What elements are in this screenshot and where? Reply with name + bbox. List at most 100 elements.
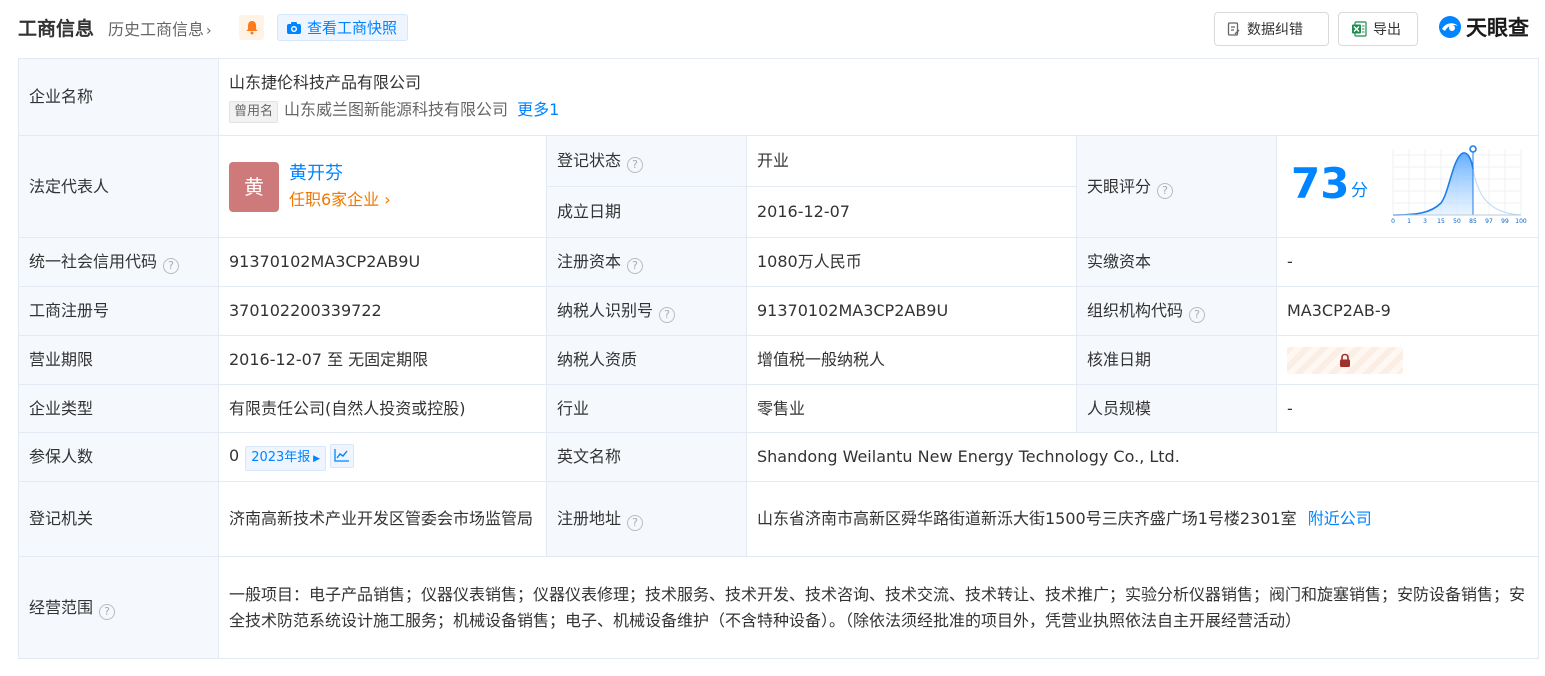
- help-icon[interactable]: ?: [627, 258, 644, 274]
- score-label-cell: 天眼评分?: [1076, 135, 1277, 238]
- table-row: 参保人数 0 2023年报 ▶ 英文名称 Shandong Weilantu Ne…: [18, 432, 1540, 482]
- trend-chart-button[interactable]: [330, 444, 355, 468]
- help-icon[interactable]: ?: [1189, 307, 1206, 323]
- table-row: 企业类型 有限责任公司(自然人投资或控股) 行业 零售业 人员规模 -: [18, 384, 1540, 433]
- legal-rep-name-link[interactable]: 黄开芬: [289, 161, 391, 187]
- credit-code-label-cell: 统一社会信用代码?: [18, 237, 219, 287]
- help-icon[interactable]: ?: [627, 515, 644, 531]
- locked-value[interactable]: [1287, 346, 1403, 374]
- taxpayer-id-value: 91370102MA3CP2AB9U: [746, 286, 1077, 336]
- history-info-label: 历史工商信息: [108, 20, 205, 39]
- reg-address-label-cell: 注册地址?: [546, 481, 747, 557]
- legal-rep-companies-link[interactable]: 任职6家企业 ›: [289, 187, 391, 213]
- company-type-label: 企业类型: [18, 384, 219, 433]
- insured-count: 0: [229, 445, 240, 465]
- reg-status-label-cell: 登记状态?: [546, 135, 747, 187]
- help-icon[interactable]: ?: [1157, 182, 1174, 199]
- tianyancha-logo: 天眼查: [1437, 12, 1529, 42]
- score-tick-label: 97: [1485, 218, 1493, 225]
- lock-icon: [1340, 353, 1350, 367]
- company-type-value: 有限责任公司(自然人投资或控股): [218, 384, 547, 433]
- snapshot-button[interactable]: 查看工商快照: [277, 14, 409, 41]
- reg-no-value: 370102200339722: [218, 286, 547, 336]
- score-distribution-chart: 0 1 3 15 50 85 97 99 100: [1391, 144, 1527, 225]
- authority-label: 登记机关: [18, 481, 219, 557]
- score-tick-label: 85: [1469, 218, 1477, 225]
- reg-no-label: 工商注册号: [18, 286, 219, 336]
- reg-capital-label-cell: 注册资本?: [546, 237, 747, 287]
- legal-rep-label: 法定代表人: [18, 135, 219, 238]
- table-row: 统一社会信用代码? 91370102MA3CP2AB9U 注册资本? 1080万…: [18, 237, 1540, 287]
- help-icon[interactable]: ?: [659, 307, 676, 323]
- taxpayer-qual-value: 增值税一般纳税人: [746, 335, 1077, 385]
- reg-address-cell: 山东省济南市高新区舜华路街道新泺大街1500号三庆齐盛广场1号楼2301室 附近…: [745, 481, 1540, 557]
- reg-capital-label: 注册资本: [557, 252, 622, 271]
- camera-icon: [287, 21, 301, 34]
- chevron-right-icon: ›: [379, 189, 391, 209]
- est-date-value: 2016-12-07: [746, 186, 1077, 238]
- score-tick-label: 1: [1407, 218, 1411, 225]
- reg-status-label: 登记状态: [557, 151, 622, 170]
- tianyancha-logo-icon: [1439, 16, 1461, 38]
- score-cell[interactable]: 73 分 0 1 3 15 50 85 97 99 100: [1275, 135, 1540, 238]
- credit-code-label: 统一社会信用代码: [29, 252, 158, 271]
- help-icon[interactable]: ?: [627, 157, 644, 173]
- legal-rep-cell: 黄 黄开芬 任职6家企业 ›: [218, 135, 547, 238]
- est-date-label: 成立日期: [546, 186, 747, 238]
- annual-report-label: 2023年报: [251, 449, 311, 465]
- staff-size-value: -: [1275, 384, 1540, 433]
- table-row: 企业名称 山东捷伦科技产品有限公司 曾用名 山东威兰图新能源科技有限公司 更多1: [18, 58, 1540, 136]
- taxpayer-id-label-cell: 纳税人识别号?: [546, 286, 747, 336]
- insured-label: 参保人数: [18, 432, 219, 482]
- scope-value: 一般项目：电子产品销售；仪器仪表销售；仪器仪表修理；技术服务、技术开发、技术咨询…: [217, 556, 1540, 659]
- former-name-tag: 曾用名: [229, 101, 279, 123]
- industry-value: 零售业: [746, 384, 1077, 433]
- insured-cell: 0 2023年报 ▶: [218, 432, 547, 482]
- monitor-bell-button[interactable]: [239, 15, 264, 40]
- section-header: 工商信息 历史工商信息 › 查看工商快照 数据纠错 导出 天眼查: [0, 0, 1545, 56]
- avatar: 黄: [229, 161, 279, 212]
- table-row: 营业期限 2016-12-07 至 无固定期限 纳税人资质 增值税一般纳税人 核…: [18, 335, 1540, 385]
- english-name-label: 英文名称: [546, 432, 747, 482]
- english-name-value: Shandong Weilantu New Energy Technology …: [745, 432, 1540, 482]
- edit-doc-icon: [1227, 21, 1240, 36]
- score-tick-label: 15: [1437, 218, 1445, 225]
- paid-capital-value: -: [1275, 237, 1540, 287]
- company-name-value: 山东捷伦科技产品有限公司: [229, 73, 422, 92]
- score-tick-label: 50: [1453, 218, 1461, 225]
- legal-rep-companies-label: 任职6家企业: [289, 189, 380, 209]
- reg-status-value: 开业: [746, 135, 1077, 187]
- help-icon[interactable]: ?: [99, 603, 116, 620]
- score-tick-label: 100: [1515, 218, 1527, 225]
- data-correction-button[interactable]: 数据纠错: [1214, 12, 1329, 46]
- score-tick-label: 99: [1501, 218, 1509, 225]
- nearby-companies-link[interactable]: 附近公司: [1308, 509, 1372, 528]
- score-label: 天眼评分: [1087, 176, 1152, 196]
- more-former-names-link[interactable]: 更多1: [517, 100, 559, 119]
- annual-report-tag[interactable]: 2023年报 ▶: [245, 445, 327, 471]
- term-label: 营业期限: [18, 335, 219, 385]
- industry-label: 行业: [546, 384, 747, 433]
- score-value: 73: [1291, 158, 1350, 208]
- history-info-link[interactable]: 历史工商信息 ›: [108, 16, 212, 40]
- excel-icon: [1352, 21, 1367, 37]
- caret-right-icon: ▶: [310, 453, 321, 464]
- export-button[interactable]: 导出: [1338, 12, 1418, 46]
- snapshot-label: 查看工商快照: [307, 19, 398, 37]
- former-name-value: 山东威兰图新能源科技有限公司: [284, 100, 509, 119]
- help-icon[interactable]: ?: [163, 258, 180, 274]
- export-label: 导出: [1373, 22, 1401, 38]
- approve-date-cell: [1275, 335, 1540, 385]
- section-title: 工商信息: [18, 18, 95, 40]
- logo-text: 天眼查: [1466, 16, 1529, 40]
- term-value: 2016-12-07 至 无固定期限: [218, 335, 547, 385]
- paid-capital-label: 实缴资本: [1076, 237, 1277, 287]
- business-info-table: 企业名称 山东捷伦科技产品有限公司 曾用名 山东威兰图新能源科技有限公司 更多1 …: [18, 58, 1540, 659]
- company-name-cell: 山东捷伦科技产品有限公司 曾用名 山东威兰图新能源科技有限公司 更多1: [217, 58, 1540, 136]
- table-row: 法定代表人 黄 黄开芬 任职6家企业 › 登记状态? 开业 天眼评分? 73 分: [18, 135, 1540, 238]
- table-row: 登记机关 济南高新技术产业开发区管委会市场监管局 注册地址? 山东省济南市高新区…: [18, 481, 1540, 557]
- staff-size-label: 人员规模: [1076, 384, 1277, 433]
- score-widget[interactable]: 73 分 0 1 3 15 50 85 97 99 100: [1277, 137, 1538, 237]
- taxpayer-id-label: 纳税人识别号: [557, 301, 654, 320]
- bell-icon: [246, 21, 257, 35]
